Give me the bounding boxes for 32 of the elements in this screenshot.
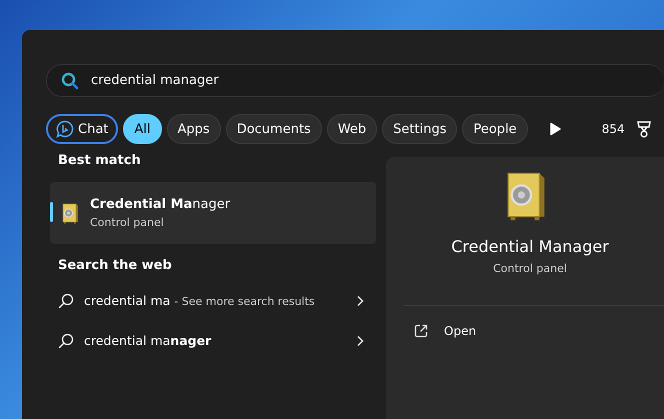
section-heading: Best match — [57, 153, 142, 170]
web-result[interactable]: credential ma - See more search results — [50, 281, 376, 321]
best-match-item[interactable]: Credential Manager Control panel — [50, 182, 376, 244]
safe-icon — [60, 202, 80, 224]
section-heading: Search the web — [57, 257, 173, 275]
web-result[interactable]: credential manager — [50, 321, 376, 361]
filter-tab[interactable]: All — [123, 114, 162, 144]
chevron-icon — [356, 335, 364, 347]
preview-title: Credential Manager — [451, 237, 609, 256]
chat-icon — [56, 120, 74, 138]
search-icon — [58, 293, 74, 309]
search-input[interactable]: credential manager — [89, 72, 389, 89]
trophy-icon — [636, 120, 652, 138]
result-text: credential ma - See more search results — [84, 292, 316, 310]
chat-button[interactable]: Chat — [46, 114, 118, 144]
open-action[interactable]: Open — [410, 320, 480, 342]
open-external-icon — [414, 324, 428, 338]
result-title: Credential Manager — [90, 197, 230, 212]
preview-subtitle: Control panel — [493, 262, 567, 275]
filter-tab[interactable]: People — [462, 114, 528, 144]
result-text: credential manager — [84, 332, 212, 350]
play-icon — [548, 122, 561, 136]
search-icon — [61, 72, 79, 90]
result-subtitle: Control panel — [90, 216, 165, 229]
chevron-icon — [356, 295, 364, 307]
search-field[interactable]: credential manager — [46, 64, 664, 97]
points-count: 854 — [602, 122, 625, 136]
filter-tab[interactable]: Web — [326, 114, 378, 144]
filter-tab[interactable]: Apps — [166, 114, 221, 144]
filter-tab[interactable]: Settings — [382, 114, 458, 144]
search-icon — [58, 333, 74, 349]
filter-tab[interactable]: Documents — [226, 114, 322, 144]
